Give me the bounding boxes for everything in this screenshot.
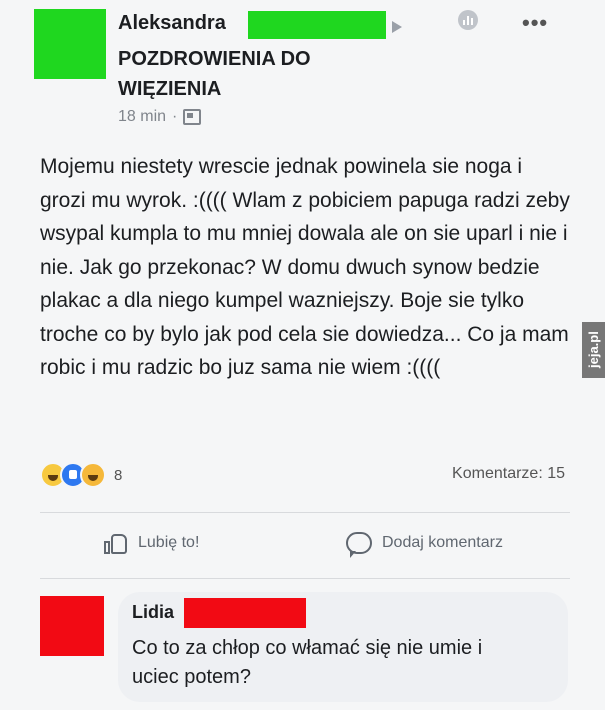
comment-author-name[interactable]: Lidia [132, 602, 174, 623]
post-time[interactable]: 18 min [118, 108, 166, 126]
post-meta: 18 min · [118, 108, 202, 126]
watermark-logo: jeja.pl [582, 322, 605, 378]
divider [40, 512, 570, 513]
wow-reaction-icon [80, 462, 106, 488]
comment-button[interactable]: Dodaj komentarz [346, 532, 503, 558]
comment-text: Co to za chłop co włamać się nie umie i … [132, 637, 483, 688]
commenter-avatar-redacted[interactable] [40, 596, 104, 656]
divider [40, 578, 570, 579]
more-options-icon[interactable]: ••• [522, 10, 548, 36]
comments-count[interactable]: Komentarze: 15 [452, 465, 565, 483]
author-avatar-redacted[interactable] [34, 9, 106, 79]
post-author-name[interactable]: Aleksandra [118, 11, 226, 35]
post-body-text: Mojemu niestety wrescie jednak powinela … [40, 155, 570, 379]
meta-separator: · [172, 108, 178, 125]
like-button-label: Lubię to! [138, 534, 200, 551]
audience-icon [183, 109, 202, 125]
insights-icon[interactable] [458, 10, 478, 30]
comment-bubble-icon [346, 532, 372, 558]
like-button[interactable]: Lubię to! [104, 532, 199, 554]
thumbs-up-icon [104, 532, 128, 554]
facebook-post: Aleksandra POZDROWIENIA DO WIĘZIENIA 18 … [0, 0, 605, 710]
comment-button-label: Dodaj komentarz [382, 534, 503, 551]
commenter-surname-redaction [184, 598, 306, 628]
author-surname-redaction [248, 11, 386, 39]
group-name[interactable]: POZDROWIENIA DO WIĘZIENIA [118, 44, 378, 104]
reactions-summary[interactable]: 8 [40, 462, 122, 488]
shared-to-arrow-icon [392, 21, 402, 33]
reaction-count: 8 [114, 466, 123, 484]
